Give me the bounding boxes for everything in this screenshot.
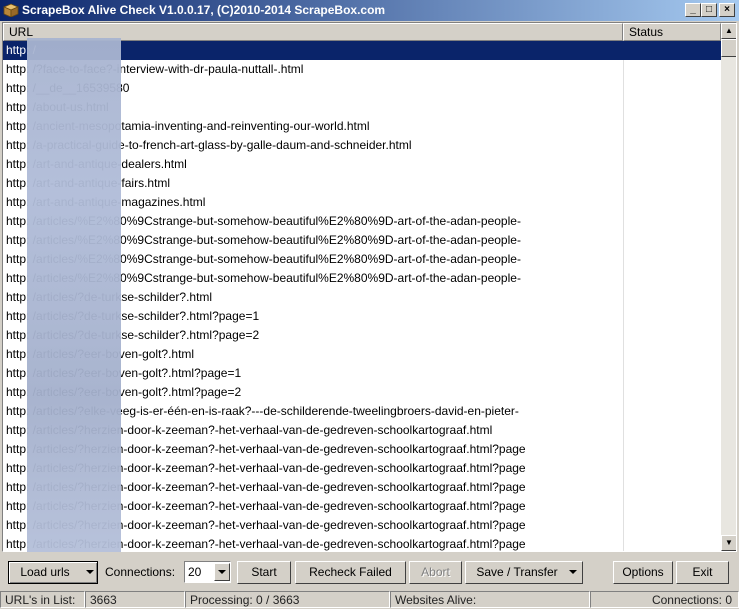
status-cell (623, 326, 721, 345)
urls-in-list-label: URL's in List: (0, 591, 85, 608)
connections-combobox[interactable]: 20 (184, 561, 231, 583)
status-cell (623, 79, 721, 98)
alive-check-window: ScrapeBox Alive Check V1.0.0.17, (C)2010… (0, 0, 739, 609)
connections-dropdown-button[interactable] (214, 563, 230, 581)
dropdown-arrow-icon (569, 570, 577, 574)
status-cell (623, 459, 721, 478)
status-cell (623, 117, 721, 136)
status-cell (623, 269, 721, 288)
status-cell (623, 250, 721, 269)
status-cell (623, 478, 721, 497)
load-urls-label: Load urls (20, 565, 70, 579)
status-cell (623, 364, 721, 383)
status-cell (623, 383, 721, 402)
dropdown-arrow-icon (86, 570, 94, 574)
status-bar: URL's in List: 3663 Processing: 0 / 3663… (0, 590, 739, 609)
start-button[interactable]: Start (237, 561, 291, 584)
scroll-up-icon: ▲ (725, 26, 733, 35)
status-cell (623, 98, 721, 117)
status-cell (623, 174, 721, 193)
status-cell (623, 402, 721, 421)
save-transfer-button[interactable]: Save / Transfer (465, 561, 583, 584)
status-cell (623, 516, 721, 535)
urls-in-list-value: 3663 (85, 591, 185, 608)
exit-button[interactable]: Exit (676, 561, 729, 584)
minimize-icon: _ (690, 4, 696, 15)
status-cell (623, 193, 721, 212)
status-cell (623, 345, 721, 364)
redacted-domain-overlay (27, 38, 121, 552)
scrapebox-app-icon (3, 3, 19, 17)
status-cell (623, 288, 721, 307)
status-cell (623, 41, 721, 60)
status-cell (623, 155, 721, 174)
websites-alive-status: Websites Alive: (390, 591, 590, 608)
scroll-thumb[interactable] (721, 39, 736, 57)
options-button[interactable]: Options (613, 561, 673, 584)
connections-count: Connections: 0 (590, 591, 739, 608)
title-bar[interactable]: ScrapeBox Alive Check V1.0.0.17, (C)2010… (0, 0, 739, 21)
abort-button[interactable]: Abort (409, 561, 462, 584)
scroll-down-button[interactable]: ▼ (721, 535, 736, 551)
save-transfer-label: Save / Transfer (476, 565, 558, 579)
minimize-button[interactable]: _ (685, 3, 701, 17)
processing-value: 0 / 3663 (256, 593, 300, 607)
close-button[interactable]: × (719, 3, 735, 17)
window-title: ScrapeBox Alive Check V1.0.0.17, (C)2010… (22, 3, 386, 17)
status-cell (623, 307, 721, 326)
status-cell (623, 212, 721, 231)
status-cell (623, 421, 721, 440)
status-cell (623, 440, 721, 459)
websites-alive-label: Websites Alive: (395, 593, 477, 607)
status-cell (623, 60, 721, 79)
recheck-failed-button[interactable]: Recheck Failed (295, 561, 406, 584)
vertical-scrollbar[interactable]: ▲ ▼ (721, 23, 736, 551)
scroll-up-button[interactable]: ▲ (721, 23, 736, 39)
status-cell (623, 497, 721, 516)
status-cell (623, 136, 721, 155)
close-icon: × (724, 4, 730, 15)
column-header-status[interactable]: Status (623, 23, 721, 41)
chevron-down-icon (218, 570, 226, 574)
scroll-down-icon: ▼ (725, 538, 733, 547)
status-cell (623, 535, 721, 551)
processing-label: Processing: (190, 593, 253, 607)
connections-value: 20 (188, 565, 202, 579)
processing-status: Processing: 0 / 3663 (185, 591, 390, 608)
maximize-icon: □ (705, 4, 713, 15)
maximize-button[interactable]: □ (701, 3, 717, 17)
load-urls-button[interactable]: Load urls (8, 561, 98, 584)
connections-label: Connections: (105, 565, 176, 579)
status-cell (623, 231, 721, 250)
